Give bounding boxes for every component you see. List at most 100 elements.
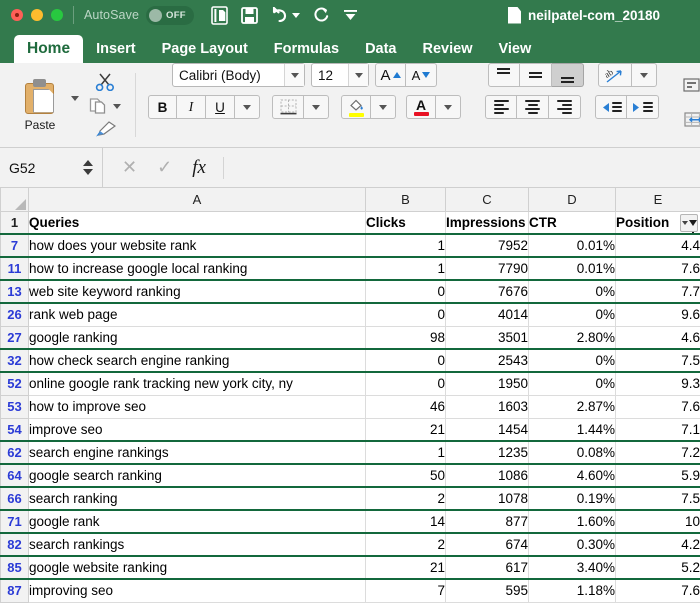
cell-position[interactable]: 4.4 [615, 233, 700, 258]
cell-query[interactable]: rank web page [28, 302, 366, 327]
borders-button[interactable] [272, 95, 304, 119]
increase-indent-button[interactable] [627, 95, 659, 119]
cell-ctr[interactable]: 1.44% [528, 417, 616, 442]
row-header-53[interactable]: 53 [0, 394, 29, 419]
align-top-button[interactable] [487, 63, 520, 87]
redo-icon[interactable] [313, 7, 330, 24]
table-row[interactable]: 54 improve seo 21 1454 1.44% 7.1 [0, 417, 700, 442]
table-row[interactable]: 71 google rank 14 877 1.60% 10 [0, 509, 700, 534]
cell-impressions[interactable]: 1235 [445, 440, 529, 465]
cell-position[interactable]: 10 [615, 509, 700, 534]
column-header-e[interactable]: E [615, 188, 700, 212]
undo-dropdown-arrow[interactable] [292, 12, 301, 18]
select-all-corner[interactable] [0, 188, 29, 212]
cell-ctr[interactable]: 0% [528, 302, 616, 327]
cell-clicks[interactable]: 2 [365, 532, 446, 557]
autosave-toggle[interactable]: OFF [146, 5, 195, 25]
align-right-button[interactable] [549, 95, 581, 119]
merge-center-button[interactable] [683, 111, 700, 134]
table-row[interactable]: 87 improving seo 7 595 1.18% 7.6 [0, 578, 700, 603]
cell-clicks[interactable]: 0 [365, 371, 446, 396]
cell-ctr[interactable]: 0% [528, 348, 616, 373]
cell-position[interactable]: 5.9 [615, 463, 700, 488]
row-header-66[interactable]: 66 [0, 486, 29, 511]
cell-clicks[interactable]: 0 [365, 302, 446, 327]
header-cell-clicks[interactable]: Clicks [365, 210, 446, 235]
cell-query[interactable]: search engine rankings [28, 440, 366, 465]
name-box[interactable]: G52 [0, 148, 103, 187]
save-icon[interactable] [241, 6, 258, 24]
cell-impressions[interactable]: 7952 [445, 233, 529, 258]
cell-ctr[interactable]: 3.40% [528, 555, 616, 580]
fill-color-button[interactable] [341, 95, 371, 119]
cell-impressions[interactable]: 617 [445, 555, 529, 580]
cell-clicks[interactable]: 46 [365, 394, 446, 419]
cell-position[interactable]: 4.2 [615, 532, 700, 557]
text-orientation-dropdown-button[interactable] [631, 63, 657, 87]
table-row[interactable]: 52 online google rank tracking new york c… [0, 371, 700, 396]
cell-clicks[interactable]: 14 [365, 509, 446, 534]
paste-button[interactable]: Paste [9, 78, 71, 132]
cell-clicks[interactable]: 0 [365, 279, 446, 304]
cell-position[interactable]: 7.6 [615, 256, 700, 281]
cell-query[interactable]: improve seo [28, 417, 366, 442]
bold-button[interactable]: B [148, 95, 177, 119]
close-window-button[interactable] [11, 9, 23, 21]
cell-clicks[interactable]: 98 [365, 325, 446, 350]
row-header-82[interactable]: 82 [0, 532, 29, 557]
cell-position[interactable]: 7.5 [615, 486, 700, 511]
decrease-indent-button[interactable] [595, 95, 627, 119]
font-color-dropdown-button[interactable] [436, 95, 461, 119]
cell-clicks[interactable]: 21 [365, 555, 446, 580]
cell-ctr[interactable]: 0.01% [528, 256, 616, 281]
row-header-71[interactable]: 71 [0, 509, 29, 534]
cell-query[interactable]: google search ranking [28, 463, 366, 488]
cell-ctr[interactable]: 0.01% [528, 233, 616, 258]
cell-impressions[interactable]: 4014 [445, 302, 529, 327]
cancel-formula-button[interactable]: ✕ [122, 157, 137, 178]
cell-ctr[interactable]: 0.08% [528, 440, 616, 465]
cell-ctr[interactable]: 1.18% [528, 578, 616, 603]
maximize-window-button[interactable] [51, 9, 63, 21]
header-cell-position[interactable]: Position [615, 210, 700, 235]
cell-clicks[interactable]: 50 [365, 463, 446, 488]
cell-ctr[interactable]: 0% [528, 279, 616, 304]
new-document-icon[interactable] [211, 5, 228, 25]
table-row[interactable]: 53 how to improve seo 46 1603 2.87% 7.6 [0, 394, 700, 419]
cell-impressions[interactable]: 595 [445, 578, 529, 603]
cell-query[interactable]: how does your website rank [28, 233, 366, 258]
cell-impressions[interactable]: 877 [445, 509, 529, 534]
text-orientation-button[interactable]: ab [597, 63, 632, 87]
confirm-formula-button[interactable]: ✓ [157, 157, 172, 178]
underline-button[interactable]: U [206, 95, 235, 119]
cell-query[interactable]: web site keyword ranking [28, 279, 366, 304]
table-row[interactable]: 62 search engine rankings 1 1235 0.08% 7.2 [0, 440, 700, 465]
cell-ctr[interactable]: 2.87% [528, 394, 616, 419]
cell-query[interactable]: search ranking [28, 486, 366, 511]
cell-impressions[interactable]: 3501 [445, 325, 529, 350]
cell-query[interactable]: how to increase google local ranking [28, 256, 366, 281]
cell-query[interactable]: google ranking [28, 325, 366, 350]
cell-clicks[interactable]: 2 [365, 486, 446, 511]
cell-impressions[interactable]: 7790 [445, 256, 529, 281]
cell-ctr[interactable]: 0.19% [528, 486, 616, 511]
cell-position[interactable]: 7.7 [615, 279, 700, 304]
cell-query[interactable]: improving seo [28, 578, 366, 603]
tab-page-layout[interactable]: Page Layout [149, 35, 261, 63]
cell-ctr[interactable]: 0.30% [528, 532, 616, 557]
copy-dropdown-arrow[interactable] [113, 103, 121, 109]
tab-data[interactable]: Data [352, 35, 409, 63]
insert-function-button[interactable]: fx [192, 157, 206, 179]
tab-view[interactable]: View [485, 35, 544, 63]
tab-insert[interactable]: Insert [83, 35, 149, 63]
align-middle-button[interactable] [519, 63, 552, 87]
cell-clicks[interactable]: 7 [365, 578, 446, 603]
cell-position[interactable]: 4.6 [615, 325, 700, 350]
row-header-26[interactable]: 26 [0, 302, 29, 327]
font-color-button[interactable]: A [406, 95, 436, 119]
row-header-64[interactable]: 64 [0, 463, 29, 488]
customize-toolbar-icon[interactable] [343, 9, 358, 22]
align-bottom-button[interactable] [551, 63, 584, 87]
table-row[interactable]: 82 search rankings 2 674 0.30% 4.2 [0, 532, 700, 557]
borders-dropdown-button[interactable] [304, 95, 329, 119]
